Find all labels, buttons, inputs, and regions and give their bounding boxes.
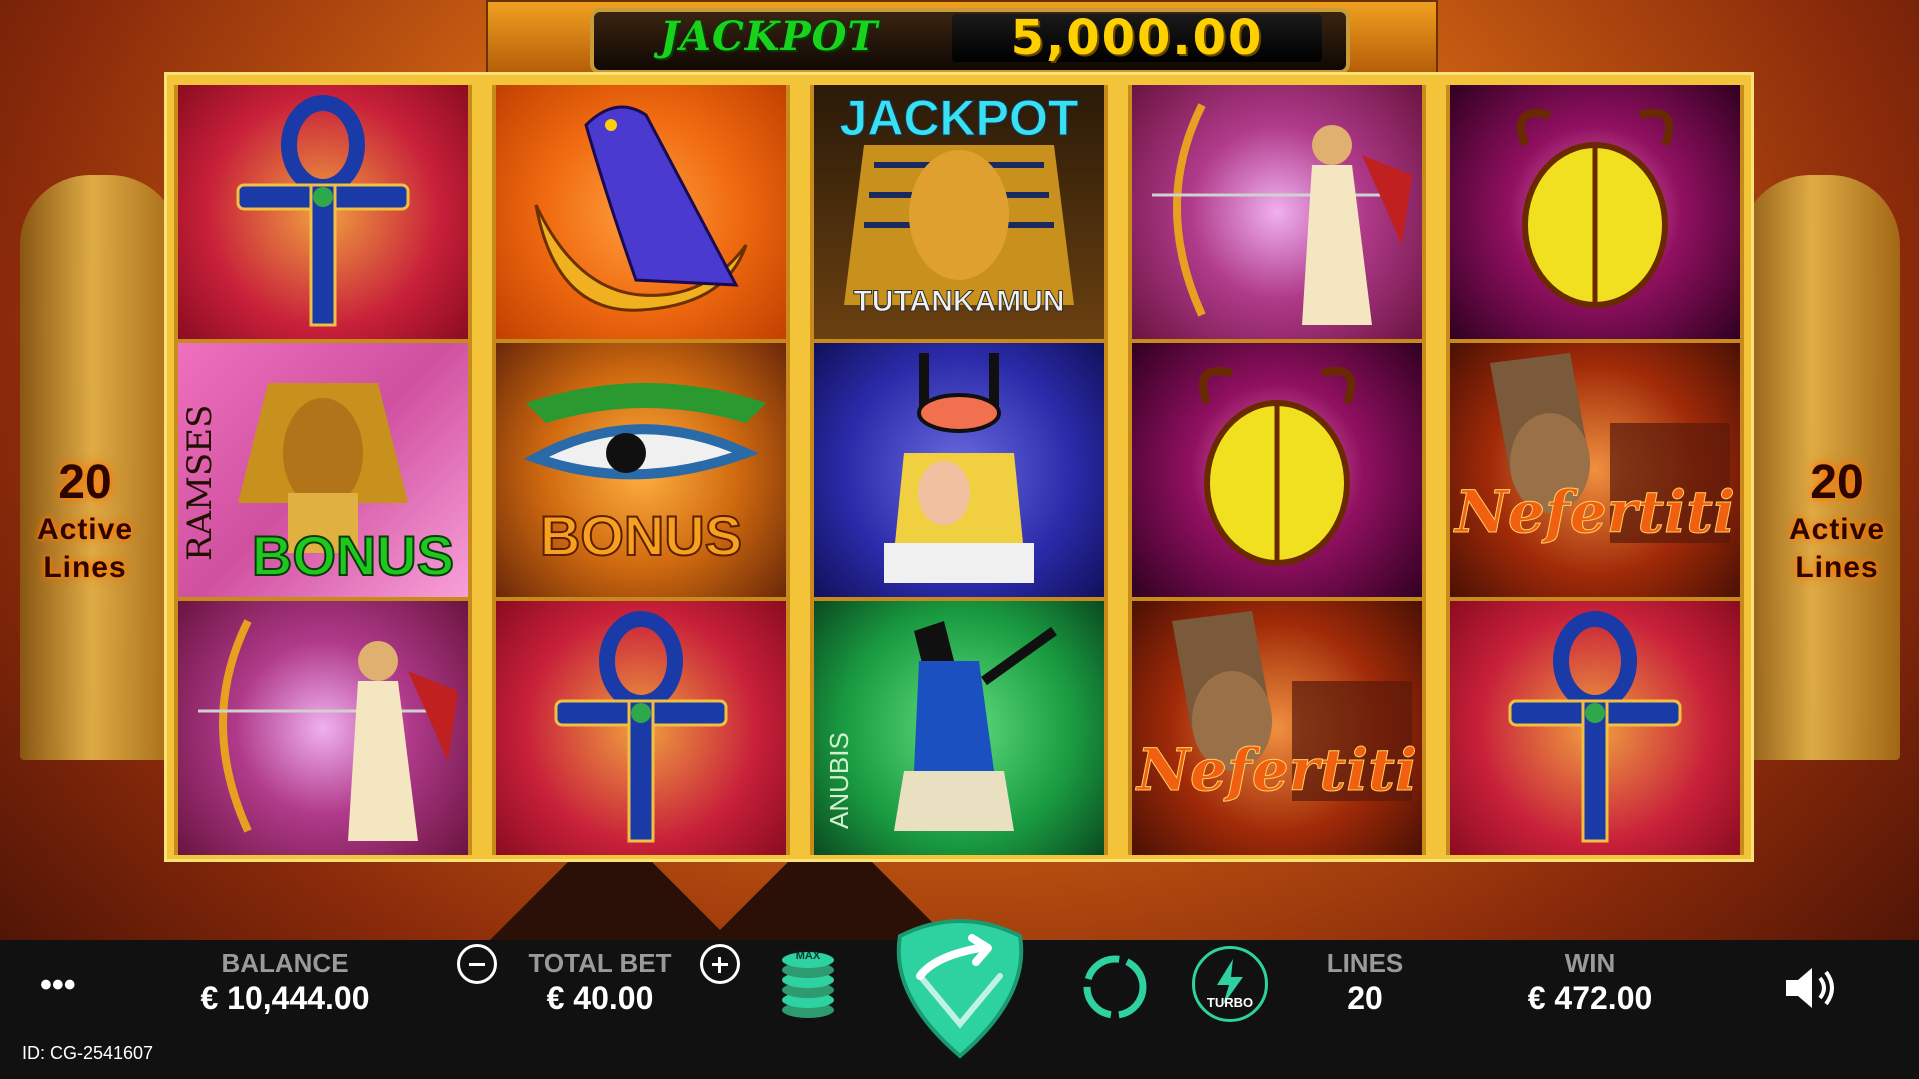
symbol-scarab <box>1132 343 1422 597</box>
lines-value: 20 <box>1347 980 1383 1016</box>
reel-4: Nefertiti <box>1128 85 1426 855</box>
balance-value: € 10,444.00 <box>200 980 370 1016</box>
win-label: WIN <box>1564 948 1616 978</box>
symbol-eye-bonus: BONUS <box>496 343 786 597</box>
active-lines-count: 20 <box>58 456 112 509</box>
falcon-icon <box>534 105 748 312</box>
symbol-isis <box>814 343 1104 597</box>
balance-label: BALANCE <box>221 948 349 978</box>
ramses-label: RAMSES <box>180 404 220 562</box>
nefertiti-icon <box>1490 353 1730 543</box>
symbol-nefertiti: Nefertiti <box>1132 601 1422 855</box>
sound-button[interactable] <box>1780 958 1840 1018</box>
symbol-tutankamun-jackpot: JACKPOT TUTANKAMUN <box>814 85 1104 339</box>
scarab-icon <box>1517 109 1673 308</box>
active-lines-label: Lines <box>1795 551 1879 584</box>
turbo-label: TURBO <box>1206 995 1254 1010</box>
increase-bet-button[interactable] <box>700 944 740 984</box>
reel-3: JACKPOT TUTANKAMUN ANUBIS <box>810 85 1108 855</box>
symbol-scarab <box>1450 85 1740 339</box>
jackpot-value: 5,000.00 <box>1010 10 1264 66</box>
bonus-label: BONUS <box>539 503 743 568</box>
symbol-nefertiti: Nefertiti <box>1450 343 1740 597</box>
spin-button[interactable] <box>880 906 1040 1066</box>
ankh-icon <box>236 95 410 327</box>
archer-icon <box>1152 103 1412 325</box>
spin-icon <box>896 919 1024 1059</box>
jackpot-symbol-label: JACKPOT <box>839 90 1079 147</box>
symbol-archer <box>1132 85 1422 339</box>
jackpot-label: JACKPOT <box>660 13 879 60</box>
bonus-label: BONUS <box>251 523 455 588</box>
active-lines-label: Lines <box>43 551 127 584</box>
reels-frame: RAMSES BONUS BONUS JACKPOT TUTANKAMUN AN… <box>164 72 1754 862</box>
reel-2: BONUS <box>492 85 790 855</box>
symbol-anubis: ANUBIS <box>814 601 1104 855</box>
symbol-ankh <box>496 601 786 855</box>
total-bet-label: TOTAL BET <box>528 948 672 978</box>
active-lines-right: 20 Active Lines <box>1762 455 1912 587</box>
symbol-ankh <box>178 85 468 339</box>
game-id: ID: CG-2541607 <box>22 1043 154 1063</box>
active-lines-label: Active <box>36 513 134 546</box>
minus-icon <box>469 963 485 966</box>
autoplay-button[interactable] <box>1080 952 1150 1022</box>
tutankamun-label: TUTANKAMUN <box>853 285 1065 319</box>
symbol-ankh <box>1450 601 1740 855</box>
decrease-bet-button[interactable] <box>457 944 497 984</box>
active-lines-left: 20 Active Lines <box>10 455 160 587</box>
max-bet-button[interactable]: MAX <box>780 950 836 1020</box>
isis-icon <box>884 353 1034 583</box>
symbol-falcon <box>496 85 786 339</box>
symbol-archer <box>178 601 468 855</box>
active-lines-label: Active <box>1788 513 1886 546</box>
nefertiti-icon <box>1172 611 1412 801</box>
win-value: € 472.00 <box>1527 980 1653 1016</box>
nefertiti-label: Nefertiti <box>1137 736 1418 805</box>
speaker-icon <box>1786 968 1834 1008</box>
total-bet-value: € 40.00 <box>546 980 654 1016</box>
scarab-icon <box>1199 367 1355 566</box>
active-lines-count: 20 <box>1810 456 1864 509</box>
archer-icon <box>198 619 458 841</box>
max-label: MAX <box>795 950 821 962</box>
ankh-icon <box>1508 611 1682 843</box>
nefertiti-label: Nefertiti <box>1455 478 1736 547</box>
plus-icon-vertical <box>718 957 721 973</box>
menu-dots-icon[interactable]: ••• <box>40 968 90 1002</box>
reel-5: Nefertiti <box>1446 85 1744 855</box>
lines-label: LINES <box>1326 948 1404 978</box>
autoplay-icon <box>1083 955 1147 1019</box>
anubis-label: ANUBIS <box>824 732 854 830</box>
reel-1: RAMSES BONUS <box>174 85 472 855</box>
turbo-button[interactable]: TURBO <box>1192 946 1268 1022</box>
symbol-ramses-bonus: RAMSES BONUS <box>178 343 468 597</box>
ankh-icon <box>554 611 728 843</box>
